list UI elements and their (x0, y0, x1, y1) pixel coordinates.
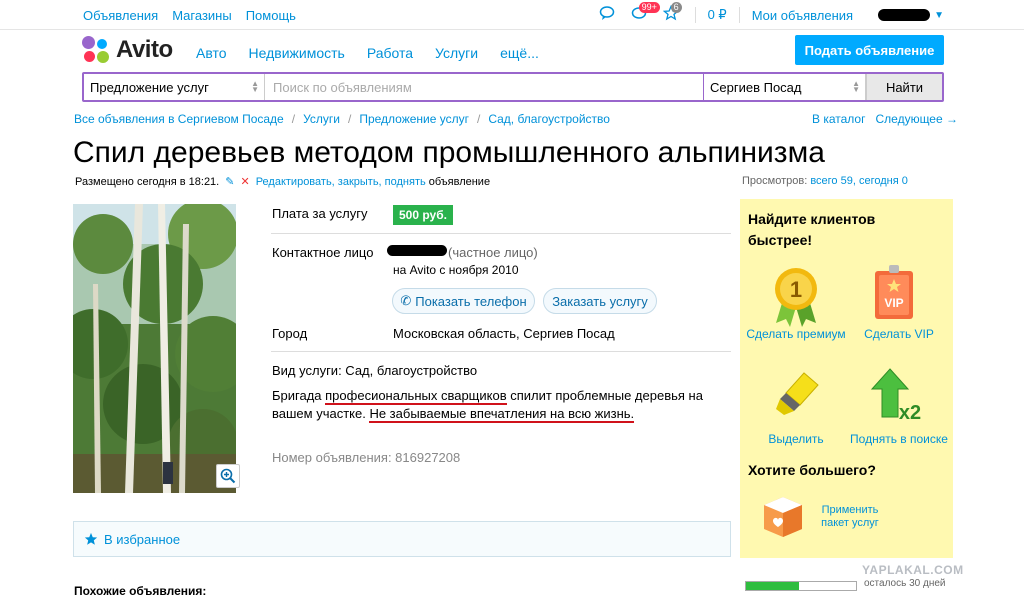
ad-number: Номер объявления: 816927208 (272, 450, 461, 465)
ad-description: Бригада професиональных сварщиков спилит… (272, 388, 703, 423)
avito-logo[interactable]: Avito (82, 36, 173, 64)
search-input[interactable] (265, 74, 704, 100)
highlight-link[interactable]: Выделить (741, 432, 851, 446)
breadcrumb-garden[interactable]: Сад, благоустройство (488, 112, 610, 126)
location-select[interactable]: Сергиев Посад ▲ ▼ (704, 74, 866, 100)
city-value: Московская область, Сергиев Посад (393, 326, 615, 341)
redacted-contact-name (387, 245, 447, 256)
highlighter-icon (776, 372, 819, 415)
select-arrows-icon: ▲ ▼ (251, 79, 259, 94)
premium-medal-number: 1 (790, 277, 802, 302)
desc-underline-1: професиональных сварщиков (325, 388, 507, 405)
divider (271, 233, 731, 234)
star-icon (84, 532, 98, 545)
days-left-progress (745, 581, 857, 591)
catalog-link[interactable]: В каталог (812, 112, 865, 126)
service-type: Вид услуги: Сад, благоустройство (272, 363, 478, 378)
divider (738, 7, 740, 23)
ad-meta: Размещено сегодня в 18:21. ✎ ✕ Редактиро… (75, 175, 491, 189)
similar-ads-heading: Похожие объявления: (74, 584, 207, 598)
breadcrumb-all[interactable]: Все объявления в Сергиевом Посаде (74, 112, 284, 126)
days-left: осталось 30 дней (864, 578, 946, 589)
wallet-balance[interactable]: 0 ₽ (708, 7, 727, 23)
category-value: Предложение услуг (90, 80, 209, 95)
nav-more[interactable]: ещё... (500, 45, 539, 61)
vip-badge-label: VIP (884, 296, 903, 310)
show-phone-button[interactable]: ✆ Показать телефон (392, 288, 535, 314)
nav-realty[interactable]: Недвижимость (249, 45, 345, 61)
category-select[interactable]: Предложение услуг ▲ ▼ (84, 74, 265, 100)
top-link-help[interactable]: Помощь (246, 8, 296, 23)
contact-since: на Avito с ноября 2010 (393, 263, 519, 277)
contact-type: (частное лицо) (448, 245, 538, 260)
edit-link[interactable]: Редактировать, закрыть, поднять (256, 176, 426, 188)
chat-icon[interactable] (599, 5, 619, 25)
vip-link[interactable]: Сделать VIP (844, 327, 954, 341)
watermark-text: YAPLAKAL.COM (862, 563, 964, 577)
top-right: 99+ 6 0 ₽ Мои объявления ▼ (587, 2, 944, 26)
show-phone-label: Показать телефон (415, 293, 527, 309)
premium-medal-icon: 1 (775, 268, 817, 327)
logo-text: Avito (116, 36, 173, 63)
location-value: Сергиев Посад (710, 80, 802, 95)
next-ad-link[interactable]: Следующее → (875, 112, 958, 126)
promo-panel: Найдите клиентов быстрее! 1 Сделать прем… (740, 199, 953, 558)
placed-date: Размещено сегодня в 18:21. (75, 175, 220, 188)
edit-pencil-icon[interactable]: ✎ (225, 175, 234, 188)
favorites-label: В избранное (104, 531, 181, 547)
divider (271, 351, 731, 352)
contact-label: Контактное лицо (272, 245, 374, 260)
nav-services[interactable]: Услуги (435, 45, 478, 61)
views-count: Просмотров: всего 59, сегодня 0 (742, 175, 908, 187)
views-label: Просмотров: (742, 175, 808, 187)
price-badge: 500 руб. (393, 205, 453, 225)
zoom-icon[interactable] (216, 464, 240, 488)
raise-multiplier: x2 (899, 402, 921, 423)
favorites-star-icon[interactable]: 6 (662, 2, 683, 25)
phone-icon: ✆ (400, 293, 412, 308)
main-nav: Авто Недвижимость Работа Услуги ещё... (196, 45, 539, 61)
search-bar: Предложение услуг ▲▼ Сергиев Посад ▲▼ На… (82, 72, 944, 102)
add-to-favorites[interactable]: В избранное (73, 521, 731, 557)
logo-dots-icon (82, 36, 110, 64)
post-ad-button[interactable]: Подать объявление (795, 35, 944, 65)
package-box-icon (764, 497, 802, 537)
desc-underline-2: Не забываемые впечатления на всю жизнь. (369, 406, 635, 423)
redacted-username[interactable] (878, 9, 931, 21)
city-label: Город (272, 326, 308, 341)
favorites-badge: 6 (670, 2, 682, 13)
vip-badge-icon: VIP (875, 265, 913, 319)
chevron-down-icon[interactable]: ▼ (934, 10, 944, 21)
notifications-badge: 99+ (638, 2, 660, 13)
breadcrumb-right: В каталог Следующее → (812, 112, 958, 126)
package-link[interactable]: Применить пакет услуг (810, 504, 890, 530)
select-arrows-icon: ▲ ▼ (852, 79, 860, 94)
notifications-icon[interactable]: 99+ (631, 2, 660, 25)
edit-suffix: объявление (428, 175, 491, 188)
ad-photo[interactable] (73, 204, 236, 493)
top-bar: Объявления Магазины Помощь 99+ 6 0 ₽ Мои… (0, 0, 1024, 30)
promo-heading: Найдите клиентов быстрее! (748, 211, 876, 248)
views-value[interactable]: всего 59, сегодня 0 (810, 175, 908, 187)
promo-heading-2: Хотите большего? (748, 462, 876, 478)
my-ads-link[interactable]: Мои объявления (752, 8, 853, 23)
breadcrumb: Все объявления в Сергиевом Посаде / Услу… (74, 112, 610, 126)
top-link-shops[interactable]: Магазины (172, 8, 232, 23)
order-service-button[interactable]: Заказать услугу (543, 288, 657, 314)
price-label: Плата за услугу (272, 206, 368, 221)
breadcrumb-offer[interactable]: Предложение услуг (359, 112, 469, 126)
nav-auto[interactable]: Авто (196, 45, 227, 61)
close-x-icon[interactable]: ✕ (240, 175, 249, 188)
nav-jobs[interactable]: Работа (367, 45, 413, 61)
breadcrumb-services[interactable]: Услуги (303, 112, 340, 126)
top-links: Объявления Магазины Помощь (83, 8, 296, 23)
top-link-ads[interactable]: Объявления (83, 8, 158, 23)
divider (694, 7, 696, 23)
premium-link[interactable]: Сделать премиум (741, 327, 851, 341)
search-button[interactable]: Найти (866, 74, 942, 100)
raise-arrow-icon: x2 (870, 368, 921, 423)
raise-link[interactable]: Поднять в поиске (844, 432, 954, 446)
page-title: Спил деревьев методом промышленного альп… (73, 136, 825, 169)
